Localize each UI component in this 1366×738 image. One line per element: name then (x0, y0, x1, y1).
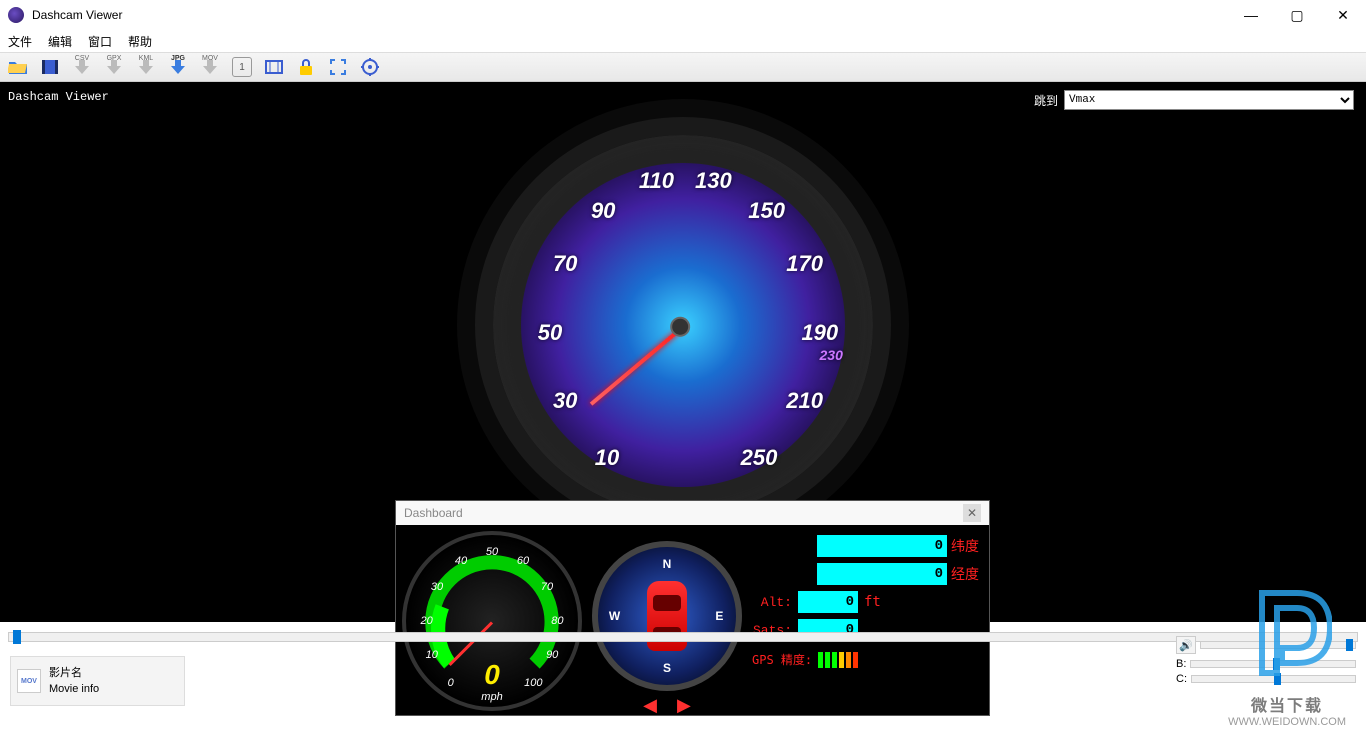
lock-icon[interactable] (296, 57, 316, 77)
timeline-thumb[interactable] (13, 630, 21, 644)
dashboard-header[interactable]: Dashboard ✕ (396, 501, 989, 525)
menu-file[interactable]: 文件 (8, 33, 32, 50)
dashboard-panel[interactable]: Dashboard ✕ 0 10 20 30 40 50 60 70 80 90… (395, 500, 990, 716)
jump-box: 跳到 Vmax (1034, 90, 1354, 110)
movie-name-label: 影片名 (49, 665, 99, 682)
movie-info-panel: MOV 影片名 Movie info (10, 656, 185, 706)
settings-icon[interactable] (360, 57, 380, 77)
gps-accuracy-label: GPS 精度: (752, 651, 812, 668)
menubar: 文件 编辑 窗口 帮助 (0, 30, 1366, 52)
jump-select[interactable]: Vmax (1064, 90, 1354, 110)
contrast-label: C: (1176, 673, 1187, 685)
volume-icon[interactable]: 🔊 (1176, 636, 1196, 654)
dashboard-close-icon[interactable]: ✕ (963, 504, 981, 522)
one-button[interactable]: 1 (232, 57, 252, 77)
altitude-label: Alt: (752, 595, 792, 610)
window-controls: — ▢ ✕ (1228, 0, 1366, 30)
menu-window[interactable]: 窗口 (88, 33, 112, 50)
film-icon[interactable] (40, 57, 60, 77)
timeline-slider[interactable] (8, 632, 1358, 642)
main-speedometer: 10 30 50 70 90 110 130 150 170 190 210 2… (493, 135, 873, 515)
next-arrow-icon[interactable]: ▶ (677, 695, 691, 716)
maximize-button[interactable]: ▢ (1274, 0, 1320, 30)
compass: N E S W (592, 541, 742, 691)
window-title: Dashcam Viewer (32, 8, 122, 22)
export-mov-button[interactable]: MOV (200, 57, 220, 77)
longitude-label: 经度 (951, 564, 983, 584)
speed-unit: mph (481, 691, 502, 703)
mov-file-icon: MOV (17, 669, 41, 693)
brightness-slider[interactable] (1190, 660, 1356, 668)
jump-label: 跳到 (1034, 92, 1058, 109)
close-button[interactable]: ✕ (1320, 0, 1366, 30)
app-icon (8, 7, 24, 23)
toolbar: CSV GPX KML JPG MOV 1 (0, 52, 1366, 82)
speed-value: 0 (484, 659, 500, 691)
brightness-label: B: (1176, 658, 1186, 670)
mini-speedometer: 0 10 20 30 40 50 60 70 80 90 100 0 mph (402, 531, 582, 711)
contrast-slider[interactable] (1191, 675, 1356, 683)
menu-help[interactable]: 帮助 (128, 33, 152, 50)
volume-slider[interactable] (1200, 641, 1356, 649)
latitude-value: 0 (817, 535, 947, 557)
prev-arrow-icon[interactable]: ◀ (643, 695, 657, 716)
watermark-url: WWW.WEIDOWN.COM (1228, 716, 1346, 728)
watermark-text: 微当下载 (1228, 692, 1346, 716)
export-csv-button[interactable]: CSV (72, 57, 92, 77)
gps-data-column: 0纬度 0经度 Alt:0ft Sats:0 GPS 精度: (752, 531, 983, 709)
open-folder-icon[interactable] (8, 57, 28, 77)
altitude-value: 0 (798, 591, 858, 613)
latitude-label: 纬度 (951, 536, 983, 556)
gps-accuracy-bars (818, 652, 858, 668)
clip-icon[interactable] (264, 57, 284, 77)
minimize-button[interactable]: — (1228, 0, 1274, 30)
right-controls: 🔊 B: C: (1176, 636, 1356, 688)
viewport-title: Dashcam Viewer (8, 90, 109, 104)
menu-edit[interactable]: 编辑 (48, 33, 72, 50)
dashboard-title: Dashboard (404, 506, 463, 520)
export-kml-button[interactable]: KML (136, 57, 156, 77)
altitude-unit: ft (864, 594, 881, 610)
movie-info-label: Movie info (49, 681, 99, 698)
longitude-value: 0 (817, 563, 947, 585)
export-gpx-button[interactable]: GPX (104, 57, 124, 77)
export-jpg-button[interactable]: JPG (168, 57, 188, 77)
fullscreen-icon[interactable] (328, 57, 348, 77)
titlebar: Dashcam Viewer — ▢ ✕ (0, 0, 1366, 30)
